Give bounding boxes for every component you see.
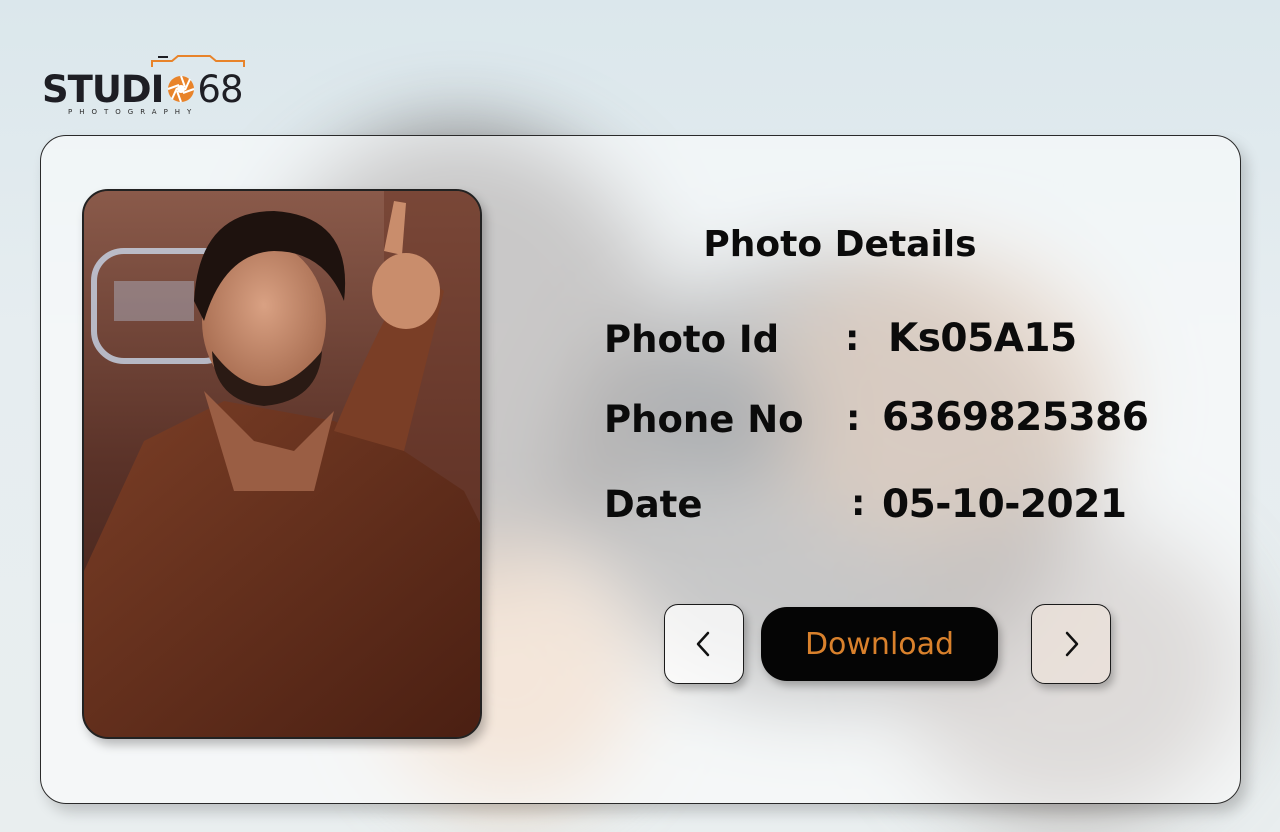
logo-number: 68 bbox=[197, 68, 243, 111]
camera-outline-icon bbox=[151, 55, 245, 67]
previous-photo-button[interactable] bbox=[664, 604, 744, 684]
next-photo-button[interactable] bbox=[1031, 604, 1111, 684]
date-label: Date bbox=[604, 483, 703, 526]
aperture-icon bbox=[167, 75, 195, 103]
date-value: 05-10-2021 bbox=[882, 482, 1127, 527]
photo-id-separator: : bbox=[845, 318, 860, 359]
date-separator: : bbox=[851, 483, 866, 524]
chevron-right-icon bbox=[1065, 631, 1079, 657]
portrait-image bbox=[84, 191, 480, 737]
photo-id-label: Photo Id bbox=[604, 318, 780, 361]
photo-preview bbox=[82, 189, 482, 739]
phone-no-label: Phone No bbox=[604, 398, 804, 441]
phone-no-separator: : bbox=[846, 398, 861, 439]
logo-name: STUDI bbox=[42, 68, 164, 111]
studio-logo[interactable]: STUDI 68 PHOTOGRAPHY bbox=[42, 54, 254, 120]
logo-tagline: PHOTOGRAPHY bbox=[68, 108, 199, 116]
download-button[interactable]: Download bbox=[761, 607, 998, 681]
photo-id-value: Ks05A15 bbox=[888, 316, 1077, 361]
chevron-left-icon bbox=[696, 631, 710, 657]
phone-no-value: 6369825386 bbox=[882, 395, 1149, 440]
logo-wordmark: STUDI 68 bbox=[42, 68, 244, 111]
details-title: Photo Details bbox=[703, 224, 977, 265]
